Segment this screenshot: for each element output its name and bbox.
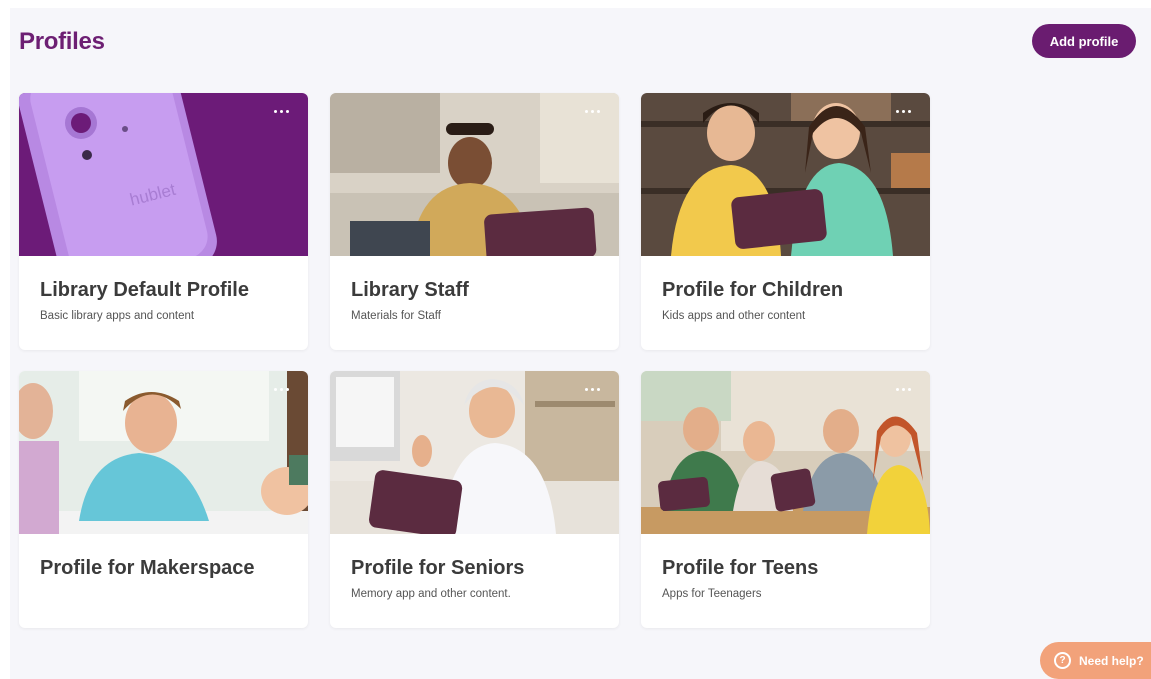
profile-description: Memory app and other content. [351, 588, 511, 600]
profile-image-teens [641, 371, 930, 534]
profile-title: Profile for Makerspace [40, 557, 255, 579]
more-options-icon[interactable] [268, 381, 294, 397]
need-help-button[interactable]: ? Need help? [1040, 642, 1151, 679]
profile-title: Profile for Seniors [351, 557, 525, 579]
profile-card-children[interactable]: Profile for Children Kids apps and other… [641, 93, 930, 350]
profile-title: Library Staff [351, 279, 469, 301]
profile-card-library-staff[interactable]: Library Staff Materials for Staff [330, 93, 619, 350]
profile-image-tablet: hublet [19, 93, 308, 256]
add-profile-button[interactable]: Add profile [1032, 24, 1136, 58]
more-options-icon[interactable] [579, 381, 605, 397]
profile-card-library-default[interactable]: hublet Library Default Profile Basic lib… [19, 93, 308, 350]
profile-card-teens[interactable]: Profile for Teens Apps for Teenagers [641, 371, 930, 628]
page-title: Profiles [19, 28, 105, 55]
profile-card-makerspace[interactable]: Profile for Makerspace [19, 371, 308, 628]
more-options-icon[interactable] [890, 381, 916, 397]
profiles-page: Profiles Add profile hublet Library Defa… [10, 8, 1151, 679]
profile-description: Basic library apps and content [40, 310, 195, 322]
more-options-icon[interactable] [268, 103, 294, 119]
profile-title: Profile for Teens [662, 557, 819, 579]
profile-image-children [641, 93, 930, 256]
profile-description: Materials for Staff [351, 310, 441, 322]
profile-image-staff [330, 93, 619, 256]
profile-description: Kids apps and other content [662, 310, 806, 322]
profile-image-seniors [330, 371, 619, 534]
question-icon: ? [1054, 652, 1071, 669]
profile-card-seniors[interactable]: Profile for Seniors Memory app and other… [330, 371, 619, 628]
profile-title: Library Default Profile [40, 279, 249, 301]
profile-description: Apps for Teenagers [662, 588, 762, 600]
profile-title: Profile for Children [662, 279, 844, 301]
more-options-icon[interactable] [579, 103, 605, 119]
need-help-label: Need help? [1079, 653, 1144, 668]
more-options-icon[interactable] [890, 103, 916, 119]
profile-image-makerspace [19, 371, 308, 534]
